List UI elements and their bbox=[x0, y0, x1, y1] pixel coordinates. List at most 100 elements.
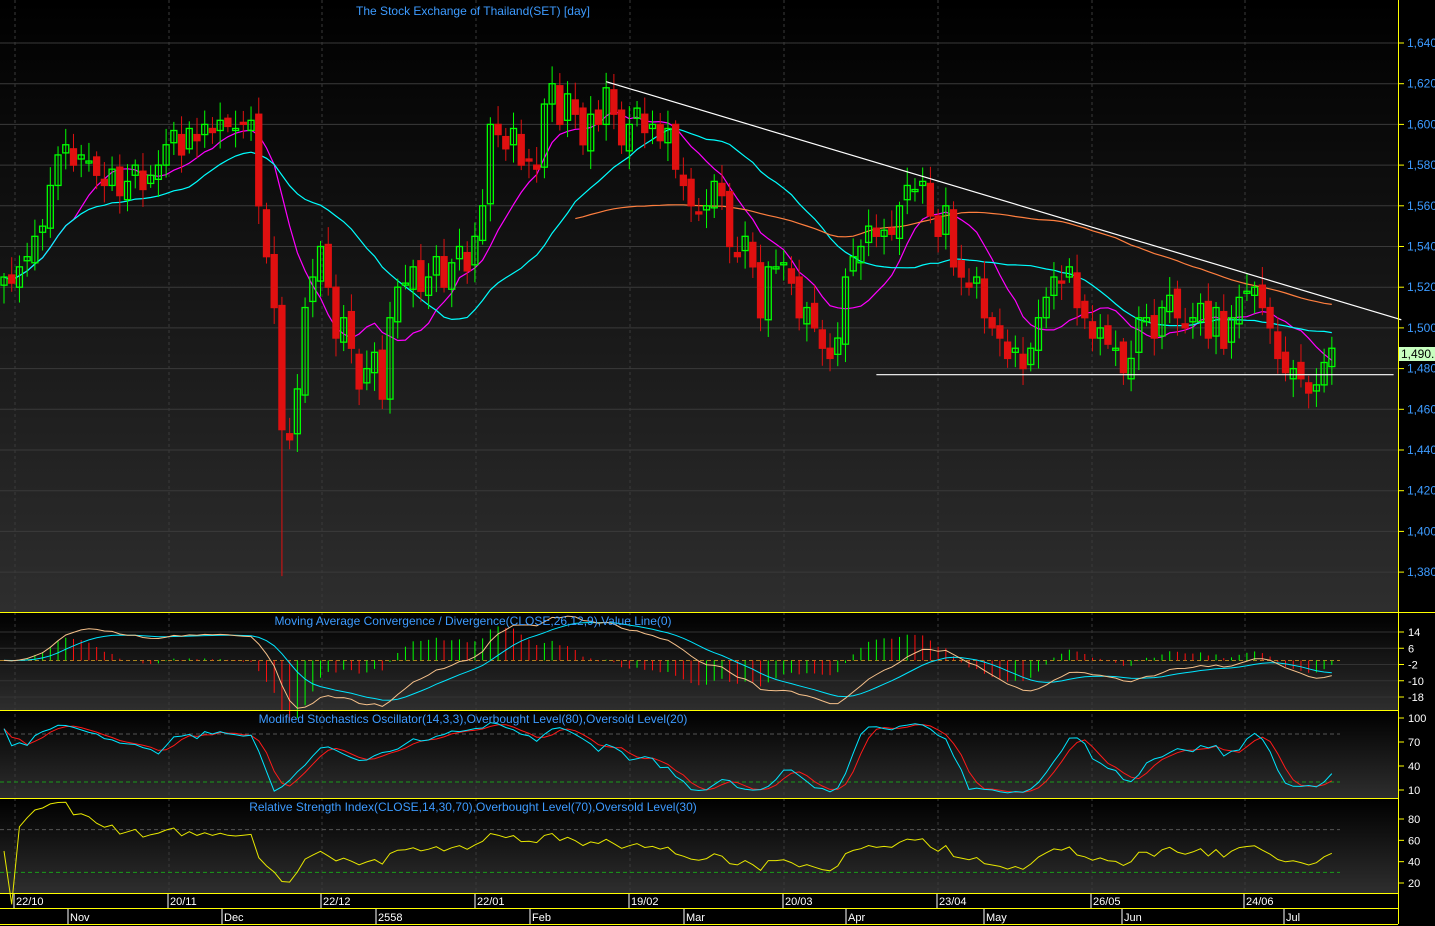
macd-tick-label: -18 bbox=[1408, 692, 1424, 704]
candle-body bbox=[100, 178, 109, 187]
y-tick-label: 1,460 bbox=[1407, 402, 1435, 416]
candle-body bbox=[278, 304, 286, 431]
y-tick-label: 1,640 bbox=[1407, 36, 1435, 50]
candle-body bbox=[926, 182, 935, 217]
candle-body bbox=[656, 123, 664, 142]
candle-body bbox=[1081, 300, 1089, 319]
y-tick-label: 1,420 bbox=[1407, 484, 1435, 498]
y-tick-label: 1,560 bbox=[1407, 199, 1435, 213]
candle-body bbox=[1281, 351, 1290, 374]
rsi-tick-label: 40 bbox=[1408, 857, 1420, 869]
x-date-label: 22/12 bbox=[323, 896, 351, 908]
candle-body bbox=[224, 117, 232, 128]
candle-body bbox=[888, 227, 896, 235]
stoch-title: Modified Stochastics Oscillator(14,3,3),… bbox=[259, 712, 688, 726]
candle-body bbox=[965, 282, 973, 288]
candle-body bbox=[494, 123, 502, 136]
candle-body bbox=[1073, 272, 1081, 309]
candle-body bbox=[533, 164, 541, 170]
candle-body bbox=[718, 182, 726, 197]
y-tick-label: 1,620 bbox=[1407, 77, 1435, 91]
candle-body bbox=[1003, 341, 1012, 360]
y-tick-label: 1,520 bbox=[1407, 280, 1435, 294]
candle-body bbox=[347, 310, 356, 349]
candle-body bbox=[818, 329, 826, 349]
candle-body bbox=[1104, 325, 1112, 345]
rsi-tick-label: 20 bbox=[1408, 878, 1420, 890]
candle-body bbox=[193, 133, 201, 142]
x-date-label: 22/01 bbox=[477, 896, 505, 908]
candle bbox=[255, 97, 263, 224]
candle-body bbox=[795, 276, 803, 319]
macd-tick-label: 6 bbox=[1408, 643, 1414, 655]
candle-body bbox=[92, 156, 101, 176]
candle-body bbox=[332, 286, 340, 339]
x-month-label: Dec bbox=[224, 912, 244, 924]
candle-body bbox=[525, 158, 533, 162]
x-month-label: Jun bbox=[1124, 912, 1142, 924]
candle-body bbox=[1119, 341, 1128, 374]
candle-body bbox=[1088, 321, 1097, 339]
candle-body bbox=[571, 99, 579, 115]
candle-body bbox=[980, 278, 989, 319]
candle-body bbox=[324, 243, 332, 288]
candle-body bbox=[255, 113, 263, 207]
chart-title: The Stock Exchange of Thailand(SET) [day… bbox=[356, 4, 590, 18]
stoch-tick-label: 10 bbox=[1408, 785, 1420, 797]
macd-title: Moving Average Convergence / Divergence(… bbox=[274, 614, 671, 628]
macd-tick-label: -10 bbox=[1408, 676, 1424, 688]
candle-body bbox=[239, 121, 247, 126]
candle-body bbox=[787, 268, 796, 284]
x-date-label: 26/05 bbox=[1093, 896, 1121, 908]
candle-body bbox=[579, 107, 587, 146]
candle-body bbox=[594, 109, 603, 126]
candle-body bbox=[208, 127, 217, 134]
candle-body bbox=[116, 166, 124, 197]
candle-body bbox=[1181, 323, 1189, 329]
rsi-tick-label: 60 bbox=[1408, 835, 1420, 847]
candle-body bbox=[949, 209, 958, 268]
stock-chart: 1,640 1,620 1,600 1,580 1,560 1,540 1,520 1,500… bbox=[0, 0, 1435, 925]
x-date-label: 20/03 bbox=[785, 896, 813, 908]
candle-body bbox=[440, 256, 448, 288]
x-month-label: Feb bbox=[532, 912, 551, 924]
candle-body bbox=[1150, 315, 1158, 339]
x-date-label: 19/02 bbox=[631, 896, 659, 908]
y-tick-label: 1,580 bbox=[1407, 158, 1435, 172]
candle-body bbox=[1258, 284, 1267, 309]
candle-body bbox=[1173, 288, 1182, 319]
candle-body bbox=[687, 178, 695, 207]
y-tick-label: 1,440 bbox=[1407, 443, 1435, 457]
candle-body bbox=[695, 211, 703, 215]
macd-tick-label: 14 bbox=[1408, 627, 1420, 639]
x-date-label: 22/10 bbox=[16, 896, 44, 908]
candle-body bbox=[826, 347, 834, 360]
candle-body bbox=[556, 85, 564, 126]
stoch-panel bbox=[0, 711, 1398, 798]
y-tick-label: 1,500 bbox=[1407, 321, 1435, 335]
y-tick-label: 1,480 bbox=[1407, 362, 1435, 376]
candle-body bbox=[417, 260, 425, 292]
candle-body bbox=[872, 227, 881, 237]
candle-body bbox=[679, 174, 688, 187]
candle-body bbox=[463, 251, 471, 272]
candle-body bbox=[1266, 306, 1274, 329]
macd-tick-label: -2 bbox=[1408, 660, 1418, 672]
last-price-label: 1,490. bbox=[1401, 347, 1434, 361]
candle-body bbox=[749, 241, 757, 268]
candle-body bbox=[934, 215, 942, 237]
candle-body bbox=[726, 190, 734, 248]
candle-body bbox=[733, 251, 742, 258]
candle-body bbox=[996, 325, 1004, 339]
rsi-tick-label: 80 bbox=[1408, 814, 1420, 826]
x-month-label: 2558 bbox=[378, 912, 402, 924]
candle-body bbox=[610, 89, 618, 115]
y-tick-label: 1,380 bbox=[1407, 565, 1435, 579]
x-date-label: 20/11 bbox=[170, 896, 197, 908]
candle-body bbox=[285, 433, 294, 441]
y-tick-label: 1,540 bbox=[1407, 240, 1435, 254]
candle-body bbox=[517, 133, 525, 166]
main-panel bbox=[0, 0, 1398, 612]
candle-body bbox=[641, 113, 649, 134]
candle-body bbox=[139, 170, 147, 191]
